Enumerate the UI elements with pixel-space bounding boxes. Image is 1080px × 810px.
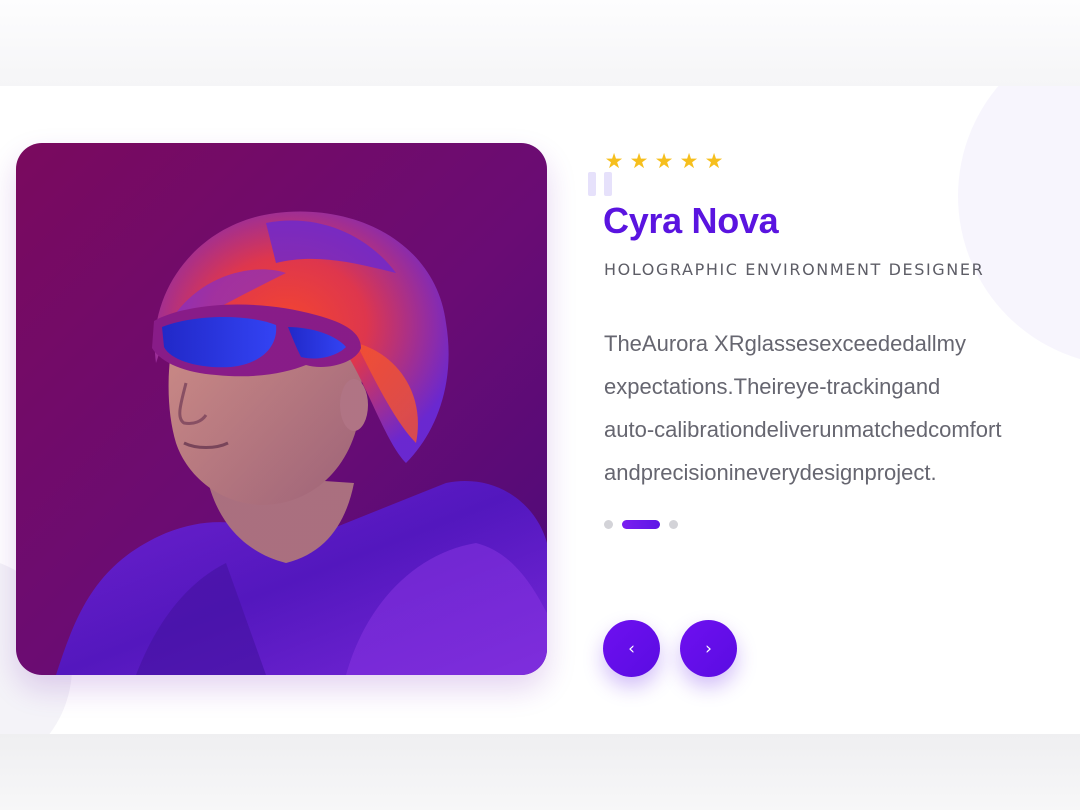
previous-button[interactable]: ‹ — [603, 620, 660, 677]
testimonial-quote: TheAurora XRglassesexceededallmy expecta… — [604, 322, 1054, 494]
top-band — [0, 0, 1080, 86]
testimonial-photo — [16, 143, 547, 675]
chevron-left-icon: ‹ — [628, 638, 635, 659]
testimonial-name: Cyra Nova — [603, 200, 779, 241]
pagination-dot[interactable] — [669, 520, 678, 529]
chevron-right-icon: › — [705, 638, 712, 659]
star-icon: ★ — [604, 149, 624, 173]
quote-line: auto-calibrationdeliverunmatchedcomfort — [604, 417, 1002, 442]
star-icon: ★ — [679, 149, 699, 173]
rating-stars: ★ ★ ★ ★ ★ — [603, 150, 725, 172]
quote-line: andprecisionineverydesignproject. — [604, 460, 937, 485]
testimonial-card: ★ ★ ★ ★ ★ Cyra Nova HOLOGRAPHIC ENVIRONM… — [0, 86, 1080, 734]
quote-icon — [588, 172, 618, 196]
bottom-band — [0, 734, 1080, 810]
testimonial-role: HOLOGRAPHIC ENVIRONMENT DESIGNER — [604, 260, 985, 279]
quote-line: TheAurora XRglassesexceededallmy — [604, 331, 966, 356]
carousel-pagination — [604, 520, 678, 529]
pagination-dot[interactable] — [604, 520, 613, 529]
portrait-image — [16, 143, 547, 675]
quote-line: expectations.Theireye-trackingand — [604, 374, 941, 399]
star-icon: ★ — [704, 149, 724, 173]
page: ★ ★ ★ ★ ★ Cyra Nova HOLOGRAPHIC ENVIRONM… — [0, 0, 1080, 810]
star-icon: ★ — [629, 149, 649, 173]
star-icon: ★ — [654, 149, 674, 173]
pagination-dot-active[interactable] — [622, 520, 660, 529]
next-button[interactable]: › — [680, 620, 737, 677]
